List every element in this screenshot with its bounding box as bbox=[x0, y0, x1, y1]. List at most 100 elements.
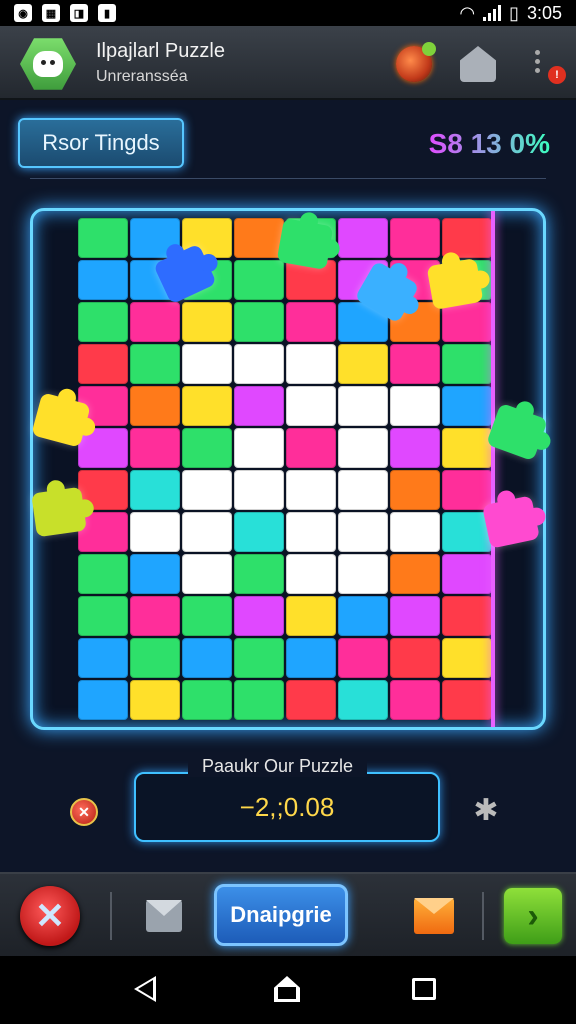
puzzle-piece[interactable] bbox=[130, 638, 180, 678]
puzzle-piece[interactable] bbox=[234, 260, 284, 300]
puzzle-piece[interactable] bbox=[338, 554, 388, 594]
app-title: Ilpajlarl Puzzle bbox=[96, 40, 225, 62]
puzzle-piece[interactable] bbox=[130, 428, 180, 468]
puzzle-piece[interactable] bbox=[130, 680, 180, 720]
puzzle-piece[interactable] bbox=[130, 302, 180, 342]
puzzle-piece[interactable] bbox=[442, 596, 492, 636]
puzzle-piece[interactable] bbox=[234, 596, 284, 636]
puzzle-piece[interactable] bbox=[78, 302, 128, 342]
puzzle-piece[interactable] bbox=[234, 428, 284, 468]
gear-icon[interactable]: ✱ bbox=[470, 794, 502, 827]
puzzle-piece[interactable] bbox=[286, 554, 336, 594]
puzzle-piece[interactable] bbox=[338, 386, 388, 426]
puzzle-piece[interactable] bbox=[390, 428, 440, 468]
puzzle-piece[interactable] bbox=[130, 344, 180, 384]
puzzle-piece[interactable] bbox=[130, 470, 180, 510]
orb-icon[interactable] bbox=[396, 42, 436, 82]
puzzle-piece[interactable] bbox=[182, 428, 232, 468]
puzzle-piece[interactable] bbox=[442, 470, 492, 510]
home-nav-icon[interactable] bbox=[274, 976, 300, 1002]
puzzle-piece[interactable] bbox=[338, 218, 388, 258]
puzzle-piece[interactable] bbox=[286, 344, 336, 384]
mail-icon[interactable] bbox=[146, 900, 182, 932]
puzzle-piece[interactable] bbox=[78, 344, 128, 384]
puzzle-piece[interactable] bbox=[234, 554, 284, 594]
puzzle-piece[interactable] bbox=[442, 344, 492, 384]
next-button[interactable]: › bbox=[504, 888, 562, 944]
puzzle-piece[interactable] bbox=[182, 596, 232, 636]
puzzle-piece[interactable] bbox=[338, 344, 388, 384]
puzzle-piece[interactable] bbox=[182, 512, 232, 552]
puzzle-piece[interactable] bbox=[286, 428, 336, 468]
puzzle-piece[interactable] bbox=[338, 512, 388, 552]
puzzle-piece[interactable] bbox=[234, 344, 284, 384]
envelope-icon[interactable] bbox=[414, 898, 454, 934]
puzzle-piece[interactable] bbox=[78, 260, 128, 300]
hexagon-logo-icon[interactable] bbox=[20, 38, 76, 90]
puzzle-piece[interactable] bbox=[338, 596, 388, 636]
puzzle-piece[interactable] bbox=[78, 596, 128, 636]
puzzle-piece[interactable] bbox=[442, 302, 492, 342]
puzzle-piece[interactable] bbox=[130, 386, 180, 426]
puzzle-piece[interactable] bbox=[78, 680, 128, 720]
puzzle-piece[interactable] bbox=[286, 470, 336, 510]
loose-piece-green-top[interactable] bbox=[276, 217, 334, 271]
puzzle-piece[interactable] bbox=[390, 596, 440, 636]
puzzle-piece[interactable] bbox=[234, 680, 284, 720]
puzzle-piece[interactable] bbox=[286, 302, 336, 342]
puzzle-piece[interactable] bbox=[286, 512, 336, 552]
puzzle-piece[interactable] bbox=[442, 638, 492, 678]
puzzle-piece[interactable] bbox=[78, 638, 128, 678]
puzzle-piece[interactable] bbox=[442, 680, 492, 720]
back-icon[interactable] bbox=[134, 976, 156, 1002]
recents-icon[interactable] bbox=[412, 978, 436, 1000]
clear-icon[interactable]: ✕ bbox=[70, 798, 98, 826]
puzzle-piece[interactable] bbox=[182, 386, 232, 426]
puzzle-piece[interactable] bbox=[390, 512, 440, 552]
puzzle-piece[interactable] bbox=[390, 386, 440, 426]
puzzle-piece[interactable] bbox=[390, 344, 440, 384]
puzzle-piece[interactable] bbox=[286, 386, 336, 426]
puzzle-piece[interactable] bbox=[234, 638, 284, 678]
puzzle-piece[interactable] bbox=[390, 218, 440, 258]
loose-piece-lime-left[interactable] bbox=[31, 486, 87, 538]
puzzle-piece[interactable] bbox=[390, 680, 440, 720]
puzzle-piece[interactable] bbox=[182, 638, 232, 678]
puzzle-piece[interactable] bbox=[234, 512, 284, 552]
loose-piece-yellow-right[interactable] bbox=[426, 257, 484, 311]
puzzle-piece[interactable] bbox=[234, 470, 284, 510]
puzzle-piece[interactable] bbox=[338, 428, 388, 468]
puzzle-piece[interactable] bbox=[182, 470, 232, 510]
puzzle-piece[interactable] bbox=[286, 638, 336, 678]
puzzle-piece[interactable] bbox=[78, 218, 128, 258]
puzzle-piece[interactable] bbox=[442, 428, 492, 468]
puzzle-piece[interactable] bbox=[130, 512, 180, 552]
puzzle-piece[interactable] bbox=[390, 470, 440, 510]
overflow-menu-icon[interactable] bbox=[532, 46, 542, 90]
puzzle-piece[interactable] bbox=[182, 680, 232, 720]
puzzle-piece[interactable] bbox=[182, 344, 232, 384]
puzzle-piece[interactable] bbox=[182, 302, 232, 342]
puzzle-piece[interactable] bbox=[234, 302, 284, 342]
puzzle-piece[interactable] bbox=[286, 680, 336, 720]
puzzle-value-field[interactable]: −2,;0.08 bbox=[134, 772, 440, 842]
puzzle-piece[interactable] bbox=[234, 386, 284, 426]
puzzle-piece[interactable] bbox=[78, 554, 128, 594]
puzzle-piece[interactable] bbox=[286, 596, 336, 636]
action-button[interactable]: Dnaipgrie bbox=[214, 884, 348, 946]
mode-button[interactable]: Rsor Tingds bbox=[18, 118, 184, 168]
puzzle-piece[interactable] bbox=[442, 554, 492, 594]
puzzle-piece[interactable] bbox=[390, 554, 440, 594]
puzzle-piece[interactable] bbox=[442, 386, 492, 426]
puzzle-piece[interactable] bbox=[338, 470, 388, 510]
close-button[interactable]: ✕ bbox=[20, 886, 80, 946]
puzzle-piece[interactable] bbox=[130, 554, 180, 594]
puzzle-piece[interactable] bbox=[182, 554, 232, 594]
puzzle-piece[interactable] bbox=[234, 218, 284, 258]
puzzle-piece[interactable] bbox=[338, 638, 388, 678]
puzzle-piece[interactable] bbox=[130, 596, 180, 636]
puzzle-piece[interactable] bbox=[78, 512, 128, 552]
puzzle-piece[interactable] bbox=[338, 680, 388, 720]
puzzle-piece[interactable] bbox=[390, 638, 440, 678]
home-icon[interactable] bbox=[460, 46, 496, 82]
